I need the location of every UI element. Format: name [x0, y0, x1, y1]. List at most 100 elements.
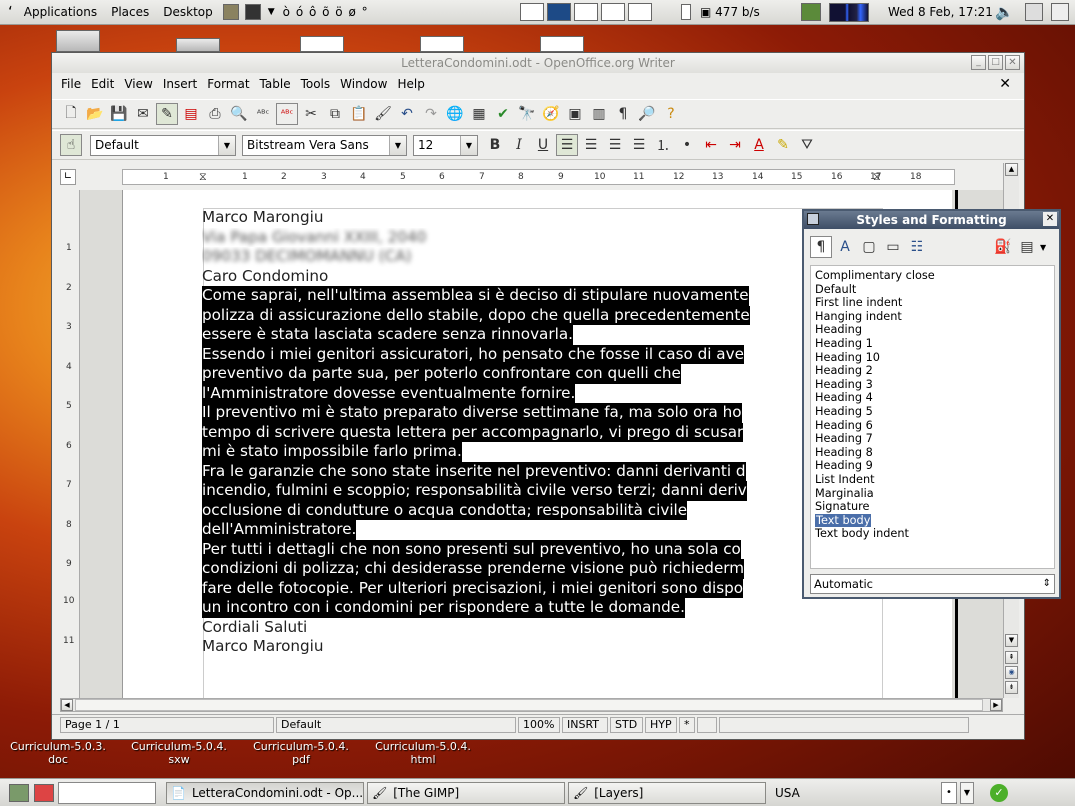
close-document-icon[interactable]: ✕ [994, 76, 1016, 92]
scroll-down-icon[interactable]: ▼ [1005, 634, 1018, 647]
styles-list[interactable]: Complimentary close Default First line i… [810, 265, 1055, 569]
italic-icon[interactable]: I [508, 134, 530, 156]
style-item[interactable]: Signature [814, 500, 1054, 514]
paste-icon[interactable]: 📋 [348, 103, 370, 125]
close-window-button[interactable]: ✕ [1005, 55, 1020, 70]
scroll-left-icon[interactable]: ◀ [61, 699, 73, 711]
menu-file[interactable]: File [56, 77, 86, 91]
align-center-icon[interactable]: ☰ [580, 134, 602, 156]
updown-arrows-icon[interactable]: ⇕ [1043, 575, 1051, 593]
gallery-icon[interactable]: ▣ [564, 103, 586, 125]
task-layers[interactable]: 🖌 [Layers] [568, 782, 766, 804]
status-page[interactable]: Page 1 / 1 [60, 716, 274, 733]
cut-icon[interactable]: ✂ [300, 103, 322, 125]
menu-places[interactable]: Places [104, 5, 156, 19]
close-panel-button[interactable]: ✕ [1043, 212, 1057, 226]
style-item[interactable]: Heading [814, 323, 1054, 337]
undo-icon[interactable]: ↶ [396, 103, 418, 125]
scroll-thumb[interactable] [75, 699, 983, 711]
indent-marker-icon[interactable]: ⧖ [199, 170, 207, 184]
horizontal-ruler[interactable]: 1 1 2 3 4 5 6 7 8 9 10 11 12 13 14 15 16… [122, 169, 955, 185]
decrease-indent-icon[interactable]: ⇤ [700, 134, 722, 156]
edit-icon[interactable] [34, 784, 54, 802]
chevron-down-icon[interactable]: ▼ [218, 135, 235, 155]
task-writer[interactable]: 📄 LetteraCondomini.odt - Op... [166, 782, 364, 804]
desktop-icon-label[interactable]: Curriculum-5.0.4. sxw [124, 740, 234, 766]
help-icon[interactable]: ? [660, 103, 682, 125]
ruler-corner-tab-icon[interactable]: ∟ [60, 169, 76, 185]
email-icon[interactable]: ✉ [132, 103, 154, 125]
menu-view[interactable]: View [119, 77, 157, 91]
new-style-icon[interactable]: ▤ [1016, 236, 1038, 258]
style-item[interactable]: Heading 9 [814, 459, 1054, 473]
update-notifier-icon[interactable]: ✓ [990, 784, 1008, 802]
workspace-switcher[interactable] [520, 3, 652, 21]
style-item[interactable]: Heading 5 [814, 405, 1054, 419]
chevron-down-icon[interactable]: ▼ [460, 135, 477, 155]
copy-icon[interactable]: ⧉ [324, 103, 346, 125]
style-item[interactable]: Complimentary close [814, 269, 1054, 283]
menu-edit[interactable]: Edit [86, 77, 119, 91]
paragraph-styles-icon[interactable]: ¶ [810, 236, 832, 258]
workspace-1-icon[interactable] [520, 3, 544, 21]
workspace-select[interactable]: • [941, 782, 957, 804]
style-item[interactable]: Heading 10 [814, 351, 1054, 365]
bullets-icon[interactable]: • [676, 134, 698, 156]
menu-insert[interactable]: Insert [158, 77, 202, 91]
zoom-icon[interactable]: 🔎 [636, 103, 658, 125]
menu-window[interactable]: Window [335, 77, 392, 91]
character-styles-icon[interactable]: A [834, 236, 856, 258]
right-indent-marker-icon[interactable]: ⧖ [873, 170, 881, 184]
styles-formatting-toggle-icon[interactable]: ☝ [60, 134, 82, 156]
minimize-button[interactable]: _ [971, 55, 986, 70]
print-icon[interactable]: ⎙ [204, 103, 226, 125]
workspace-2-icon[interactable] [547, 3, 571, 21]
list-styles-icon[interactable]: ☷ [906, 236, 928, 258]
save-icon[interactable]: 💾 [108, 103, 130, 125]
style-item[interactable]: Default [814, 283, 1054, 297]
launcher-icon[interactable] [222, 4, 239, 20]
nonprinting-chars-icon[interactable]: ¶ [612, 103, 634, 125]
taskbar-search-input[interactable] [58, 782, 156, 804]
desktop-icon-label[interactable]: Curriculum-5.0.4. html [368, 740, 478, 766]
new-style-arrow-icon[interactable]: ▼ [1040, 243, 1046, 252]
desktop-icon-label[interactable]: Curriculum-5.0.4. pdf [246, 740, 356, 766]
workspace-4-icon[interactable] [601, 3, 625, 21]
desktop-icon-folder-2[interactable] [176, 38, 220, 52]
horizontal-scrollbar[interactable]: ◀ ▶ [60, 698, 1003, 712]
document-text[interactable]: Marco Marongiu Via Papa Giovanni XXIII, … [202, 208, 807, 657]
style-item[interactable]: First line indent [814, 296, 1054, 310]
style-filter-select[interactable]: Automatic ⇕ [810, 574, 1055, 594]
show-draw-functions-icon[interactable]: ✔ [492, 103, 514, 125]
find-replace-icon[interactable]: 🔭 [516, 103, 538, 125]
style-item[interactable]: Heading 4 [814, 391, 1054, 405]
scroll-right-icon[interactable]: ▶ [990, 699, 1002, 711]
logout-icon[interactable] [1025, 3, 1043, 21]
increase-indent-icon[interactable]: ⇥ [724, 134, 746, 156]
desktop-icon-doc-3[interactable] [540, 36, 584, 52]
style-item[interactable]: Heading 1 [814, 337, 1054, 351]
highlighting-icon[interactable]: ✎ [772, 134, 794, 156]
justify-icon[interactable]: ☰ [628, 134, 650, 156]
scroll-up-icon[interactable]: ▲ [1005, 163, 1018, 176]
hyperlink-icon[interactable]: 🌐 [444, 103, 466, 125]
keyboard-layout[interactable]: USA [775, 786, 800, 800]
align-left-icon[interactable]: ☰ [556, 134, 578, 156]
terminal-launcher-icon[interactable] [244, 4, 261, 20]
navigation-icon[interactable]: ◉ [1005, 666, 1018, 679]
workspace-5-icon[interactable] [628, 3, 652, 21]
font-color-icon[interactable]: A [748, 134, 770, 156]
font-name-combo[interactable]: Bitstream Vera Sans ▼ [242, 134, 407, 156]
numbering-icon[interactable]: ⒈ [652, 134, 674, 156]
volume-icon[interactable]: 🔈 [995, 3, 1014, 21]
font-size-combo[interactable]: 12 ▼ [413, 134, 478, 156]
style-item[interactable]: List Indent [814, 473, 1054, 487]
workspace-3-icon[interactable] [574, 3, 598, 21]
page-styles-icon[interactable]: ▭ [882, 236, 904, 258]
bold-icon[interactable]: B [484, 134, 506, 156]
menu-format[interactable]: Format [202, 77, 254, 91]
style-item[interactable]: Heading 3 [814, 378, 1054, 392]
task-gimp[interactable]: 🖌 [The GIMP] [367, 782, 565, 804]
frame-styles-icon[interactable]: ▢ [858, 236, 880, 258]
launcher-menu-arrow-icon[interactable]: ▼ [268, 7, 275, 17]
